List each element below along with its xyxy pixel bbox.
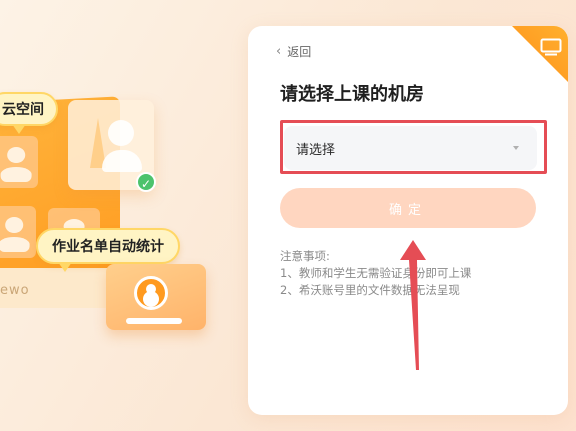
notes-item: 2、希沃账号里的文件数据无法呈现 xyxy=(280,283,460,297)
auto-roster-bubble: 作业名单自动统计 xyxy=(36,228,180,272)
back-link[interactable]: ‹ 返回 xyxy=(276,43,311,60)
chevron-left-icon: ‹ xyxy=(276,44,282,59)
promo-illustration: ewo ✓ 云空间 作业名单自动统计 xyxy=(0,0,240,431)
notes-heading: 注意事项: xyxy=(280,249,330,263)
check-icon: ✓ xyxy=(136,172,156,192)
user-icon xyxy=(134,276,168,310)
caret-down-icon xyxy=(513,146,519,150)
notes: 注意事项: 1、教师和学生无需验证身份即可上课 2、希沃账号里的文件数据无法呈现 xyxy=(280,248,471,299)
back-label: 返回 xyxy=(287,45,312,59)
page-title: 请选择上课的机房 xyxy=(280,84,424,105)
monitor-icon[interactable] xyxy=(540,38,562,56)
room-select[interactable]: 请选择 xyxy=(284,126,537,170)
user-profile-card xyxy=(106,264,206,330)
notes-item: 1、教师和学生无需验证身份即可上课 xyxy=(280,266,472,280)
student-avatar-card xyxy=(0,206,36,258)
annotation-arrow xyxy=(400,240,426,370)
student-avatar-card xyxy=(0,136,38,188)
room-select-value: 请选择 xyxy=(296,142,336,158)
cloud-space-bubble: 云空间 xyxy=(0,92,58,134)
board-strip-text: ewo xyxy=(0,283,30,298)
confirm-button[interactable]: 确定 xyxy=(280,188,536,228)
